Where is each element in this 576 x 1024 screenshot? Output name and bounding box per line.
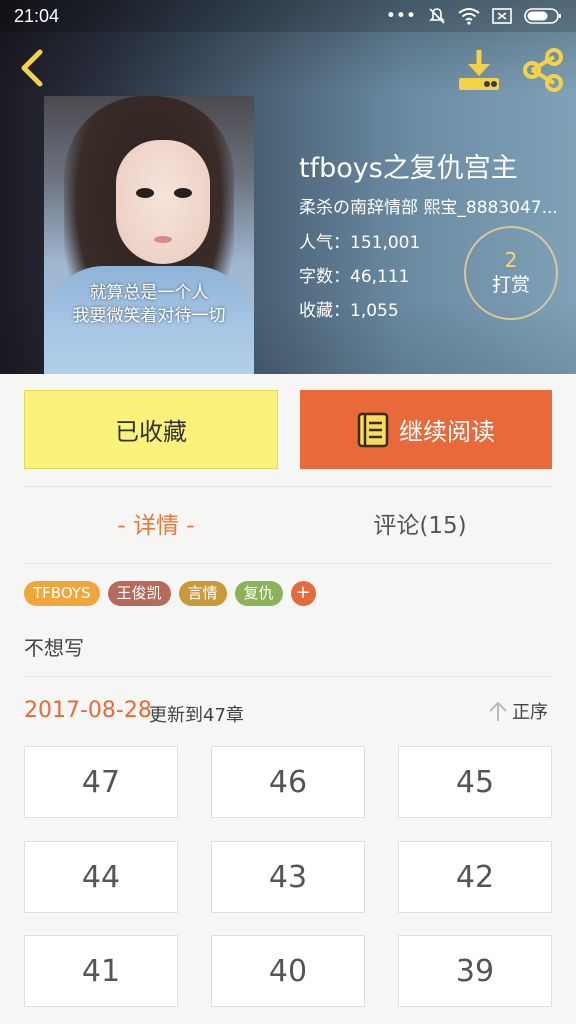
share-icon[interactable] — [520, 48, 566, 92]
book-authors[interactable]: 柔杀の南辞情部 熙宝_8883047... — [299, 193, 574, 218]
tag-wang-junkai[interactable]: 王俊凯 — [107, 581, 171, 606]
chapter-button[interactable]: 39 — [398, 935, 552, 1007]
chapter-button[interactable]: 41 — [24, 935, 178, 1007]
book-title: tfboys之复仇宫主 — [299, 153, 518, 184]
tip-label: 打赏 — [491, 274, 530, 296]
divider — [24, 486, 552, 487]
chapter-button[interactable]: 40 — [211, 935, 365, 1007]
back-icon[interactable] — [12, 46, 52, 90]
tip-button[interactable]: 2 打赏 — [464, 226, 558, 320]
sort-label: 正序 — [512, 702, 548, 723]
chapter-button[interactable]: 43 — [211, 841, 365, 913]
more-dots: ••• — [385, 6, 416, 26]
cover-lips — [154, 236, 172, 243]
tag-revenge[interactable]: 复仇 — [234, 581, 283, 606]
continue-reading-button[interactable]: 继续阅读 — [300, 390, 552, 469]
tip-count: 2 — [504, 248, 518, 272]
book-icon — [357, 412, 389, 447]
cover-face — [116, 140, 210, 264]
mute-icon — [429, 8, 445, 24]
collected-button[interactable]: 已收藏 — [24, 390, 278, 469]
collected-label: 已收藏 — [115, 418, 187, 446]
battery-icon — [524, 8, 561, 24]
wifi-icon — [458, 8, 480, 25]
chapter-button[interactable]: 44 — [24, 841, 178, 913]
cover-caption-line1: 就算总是一个人 — [89, 283, 209, 303]
update-date: 2017-08-28 — [24, 698, 152, 723]
sort-button[interactable]: 正序 — [488, 698, 548, 724]
arrow-up-icon — [489, 701, 507, 721]
chapter-button[interactable]: 46 — [211, 746, 365, 818]
tab-comments[interactable]: 评论(15) — [288, 500, 552, 552]
chapter-button[interactable]: 47 — [24, 746, 178, 818]
cover-eye-left — [136, 188, 154, 198]
cover-caption: 就算总是一个人 我要微笑着对待一切 — [44, 282, 254, 328]
word-count-stat: 字数：46,111 — [299, 267, 410, 287]
sim-off-icon — [492, 8, 512, 24]
chapter-button[interactable]: 45 — [398, 746, 552, 818]
book-header: 21:04 ••• 就算总是一个人 我要微笑着对待一切 tfboys之复仇宫主 … — [0, 0, 576, 374]
continue-reading-label: 继续阅读 — [399, 418, 495, 446]
tag-romance[interactable]: 言情 — [178, 581, 227, 606]
divider — [24, 676, 552, 677]
divider — [24, 563, 552, 564]
status-bar: 21:04 ••• — [0, 0, 576, 32]
tag-list: TFBOYS 王俊凯 言情 复仇 + — [24, 581, 316, 606]
favorites-stat: 收藏：1,055 — [299, 301, 399, 321]
status-time: 21:04 — [14, 5, 60, 26]
chapter-button[interactable]: 42 — [398, 841, 552, 913]
book-intro: 不想写 — [24, 636, 84, 660]
cover-eye-right — [174, 188, 192, 198]
popularity-stat: 人气：151,001 — [299, 233, 421, 253]
cover-caption-line2: 我要微笑着对待一切 — [72, 306, 226, 326]
tag-tfboys[interactable]: TFBOYS — [24, 581, 100, 606]
update-text: 更新到47章 — [149, 705, 244, 726]
add-tag-button[interactable]: + — [290, 581, 316, 606]
tab-detail[interactable]: - 详情 - — [24, 500, 288, 552]
download-icon[interactable] — [456, 48, 502, 92]
book-cover: 就算总是一个人 我要微笑着对待一切 — [44, 96, 254, 374]
